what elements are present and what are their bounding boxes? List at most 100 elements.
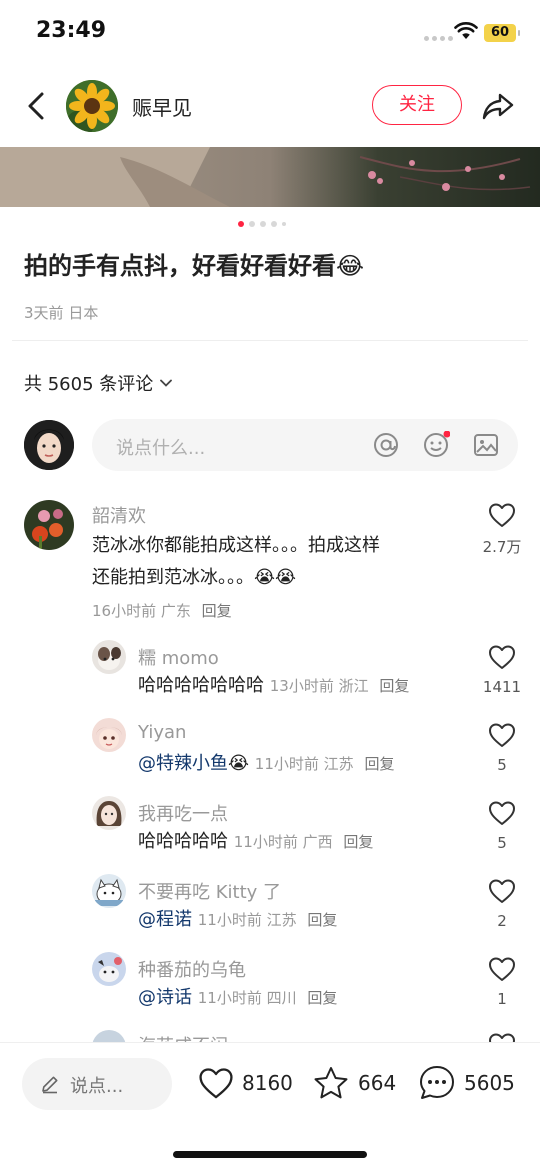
comment-time: 16小时前 (92, 602, 157, 620)
like-count: 1411 (482, 678, 522, 696)
reply-button[interactable]: 回复 (307, 989, 337, 1007)
reply-location: 江苏 (323, 755, 354, 773)
replier-avatar[interactable] (92, 796, 126, 830)
signal-icon (424, 36, 453, 41)
like-count: 2 (497, 912, 507, 930)
comment-sort-toggle[interactable]: 共 5605 条评论 (24, 370, 173, 396)
current-user-avatar (24, 420, 74, 470)
replier-avatar[interactable] (92, 952, 126, 986)
reply-meta: 11小时前 广西 回复 (234, 833, 374, 851)
reply-line: @程诺 11小时前 江苏 回复 (138, 904, 337, 936)
pager-dot (249, 221, 255, 227)
reply-button[interactable]: 回复 (364, 755, 394, 773)
favorite-total: 664 (358, 1071, 397, 1095)
heart-icon[interactable] (488, 722, 516, 748)
post-title: 拍的手有点抖，好看好看好看😂 (24, 246, 364, 281)
reply-line: @特辣小鱼😭 11小时前 江苏 回复 (138, 748, 394, 780)
reply-text: 哈哈哈哈哈 (138, 831, 228, 852)
replier-avatar[interactable] (92, 874, 126, 908)
reply-location: 广西 (302, 833, 333, 851)
like-button[interactable]: 8160 (198, 1063, 293, 1103)
follow-button[interactable]: 关注 (372, 85, 462, 125)
like-total: 8160 (242, 1071, 293, 1095)
reply-line: 哈哈哈哈哈哈哈 13小时前 浙江 回复 (138, 670, 409, 702)
reply-location: 四川 (266, 989, 297, 1007)
image-icon[interactable] (472, 431, 500, 459)
home-indicator (173, 1151, 367, 1158)
post-header: 赈早见 关注 (0, 76, 540, 136)
back-icon[interactable] (22, 86, 52, 126)
comment-total: 5605 (464, 1071, 515, 1095)
comment-text-line: 还能拍到范冰冰。。。😭😭 (92, 562, 380, 594)
author-name[interactable]: 赈早见 (132, 92, 192, 121)
comment-button[interactable]: 5605 (418, 1063, 515, 1103)
reply-time: 13小时前 (269, 677, 334, 695)
replier-name[interactable]: 种番茄的乌龟 (138, 956, 246, 982)
favorite-button[interactable]: 664 (312, 1063, 396, 1103)
commenter-name[interactable]: 韶清欢 (92, 502, 146, 528)
reply-time: 11小时前 (197, 911, 262, 929)
reply-time: 11小时前 (197, 989, 262, 1007)
divider (12, 340, 528, 341)
star-icon (314, 1067, 348, 1099)
image-pager (238, 221, 286, 227)
post-location: 日本 (68, 304, 99, 322)
comment-text-line: 范冰冰你都能拍成这样。。。拍成这样 (92, 535, 380, 556)
mention-link[interactable]: @诗话 (138, 987, 192, 1008)
replier-name[interactable]: 不要再吃 Kitty 了 (138, 878, 281, 904)
commenter-avatar[interactable] (24, 500, 74, 550)
heart-icon[interactable] (488, 644, 516, 670)
like-count: 2.7万 (482, 538, 522, 556)
battery-indicator: 60 (484, 24, 520, 42)
replier-name[interactable]: 我再吃一点 (138, 800, 228, 826)
post-image[interactable] (0, 147, 540, 207)
comment-meta: 16小时前 广东 回复 (92, 600, 232, 621)
crying-emoji: 😭😭 (254, 567, 297, 588)
post-meta: 3天前 日本 (24, 302, 98, 323)
post-title-text: 拍的手有点抖，好看好看好看 (24, 252, 336, 280)
reply-button[interactable]: 回复 (202, 602, 232, 620)
reply-meta: 11小时前 江苏 回复 (255, 755, 395, 773)
reply-button[interactable]: 回复 (307, 911, 337, 929)
wifi-icon (454, 22, 478, 39)
bottom-comment-input[interactable]: 说点... (22, 1058, 172, 1110)
pager-dot (271, 221, 277, 227)
like-count: 5 (497, 834, 507, 852)
like-count: 1 (497, 990, 507, 1008)
mention-link[interactable]: @特辣小鱼 (138, 753, 228, 774)
replier-name[interactable]: 糯 momo (138, 644, 219, 670)
laugh-emoji: 😂 (336, 252, 365, 280)
emoji-icon[interactable] (422, 431, 450, 459)
post-time: 3天前 (24, 304, 64, 322)
replier-name[interactable]: Yiyan (138, 722, 186, 743)
pager-dot (282, 222, 286, 226)
reply-time: 11小时前 (233, 833, 298, 851)
pager-dot (260, 221, 266, 227)
heart-icon[interactable] (488, 800, 516, 826)
heart-icon[interactable] (488, 878, 516, 904)
crying-emoji: 😭 (228, 753, 250, 774)
replier-avatar[interactable] (92, 718, 126, 752)
status-bar: 23:49 60 (0, 0, 540, 64)
reply-text: 哈哈哈哈哈哈哈 (138, 675, 264, 696)
comment-input-placeholder: 说点什么... (116, 438, 206, 459)
share-icon[interactable] (480, 88, 516, 124)
reply-meta: 13小时前 浙江 回复 (270, 677, 410, 695)
reply-line: 哈哈哈哈哈 11小时前 广西 回复 (138, 826, 373, 858)
comment-text-line-2: 还能拍到范冰冰。。。 (92, 567, 254, 588)
heart-icon (199, 1068, 233, 1099)
reply-line: @诗话 11小时前 四川 回复 (138, 982, 337, 1014)
reply-button[interactable]: 回复 (379, 677, 409, 695)
reply-time: 11小时前 (254, 755, 319, 773)
heart-icon[interactable] (488, 956, 516, 982)
author-avatar[interactable] (66, 80, 118, 132)
reply-location: 浙江 (338, 677, 369, 695)
bottom-action-bar: 说点... 8160 664 5605 (0, 1042, 540, 1169)
replier-avatar[interactable] (92, 640, 126, 674)
reply-button[interactable]: 回复 (343, 833, 373, 851)
mention-link[interactable]: @程诺 (138, 909, 192, 930)
heart-icon[interactable] (488, 502, 516, 528)
reply-location: 江苏 (266, 911, 297, 929)
comment-input[interactable]: 说点什么... (92, 419, 518, 471)
mention-icon[interactable] (372, 431, 400, 459)
